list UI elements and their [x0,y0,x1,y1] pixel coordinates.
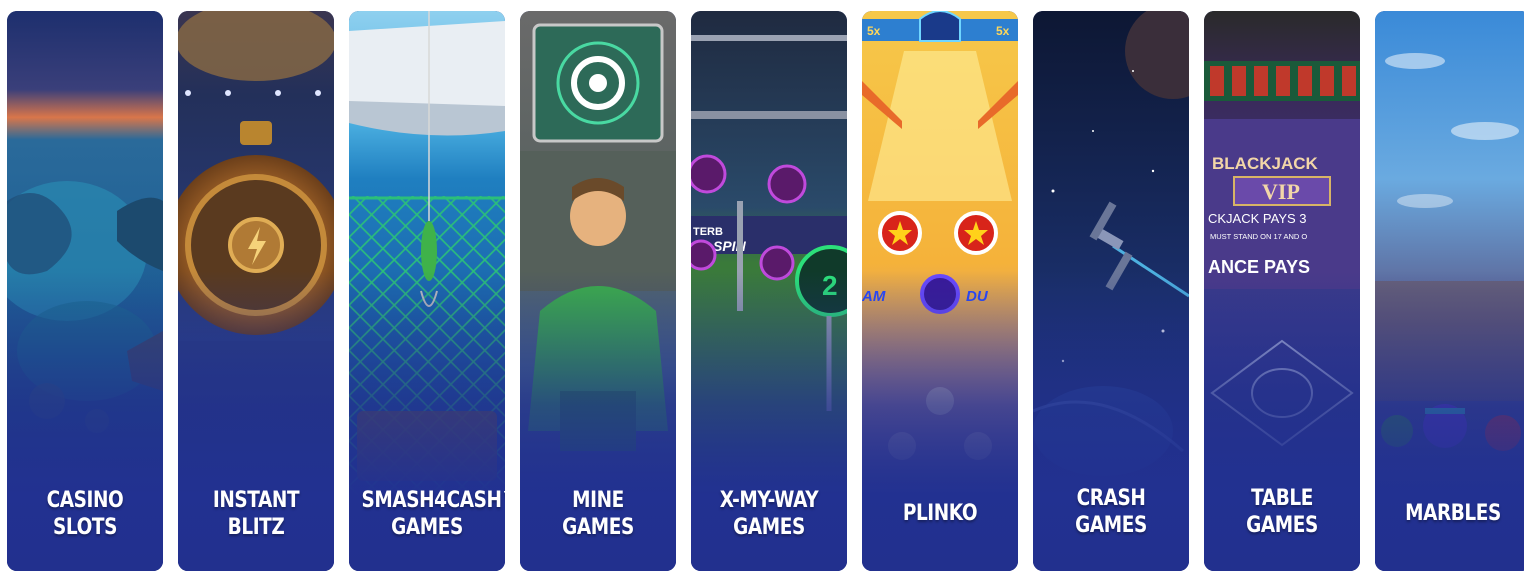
card-label-line: X-MY-WAY [719,488,819,513]
art-blackjack-vip: VIP [1262,179,1300,204]
card-label-line: SMASH4CASH™ [361,488,505,513]
card-casino-slots[interactable]: CASINO SLOTS [7,11,163,571]
card-label: SMASH4CASH™ GAMES [361,487,505,541]
art-multiplier-right: 5x [996,24,1010,38]
card-label-line: GAMES [562,515,634,540]
card-smash4cash-games[interactable]: SMASH4CASH™ GAMES [349,11,505,571]
card-marbles[interactable]: MARBLES [1375,11,1524,571]
card-label-line: MINE [572,488,624,513]
card-label-line: MARBLES [1405,501,1501,526]
card-crash-games[interactable]: CRASH GAMES [1033,11,1189,571]
card-label-line: GAMES [1075,513,1147,538]
art-blackjack-title: BLACKJACK [1212,154,1319,173]
card-label: MINE GAMES [532,487,663,541]
card-label-line: BLITZ [227,515,285,540]
card-label-line: GAMES [1246,513,1318,538]
card-label-line: CRASH [1076,486,1146,511]
card-label-line: CASINO [46,488,124,513]
card-label: PLINKO [874,500,1005,527]
game-category-row: CASINO SLOTS INSTANT BLITZ SMASH4CASH™ G… [0,0,1524,572]
card-table-games[interactable]: BLACKJACK VIP CKJACK PAYS 3 MUST STAND O… [1204,11,1360,571]
card-label: CRASH GAMES [1045,485,1176,539]
card-label: MARBLES [1387,500,1518,527]
card-x-my-way-games[interactable]: TERB SPIN 2 X-MY-WAY GAMES [691,11,847,571]
card-instant-blitz[interactable]: INSTANT BLITZ [178,11,334,571]
art-blackjack-rule: MUST STAND ON 17 AND O [1210,232,1307,241]
card-label-line: SLOTS [53,515,117,540]
card-label: TABLE GAMES [1216,485,1347,539]
card-label-line: GAMES [391,515,463,540]
card-label-line: PLINKO [902,501,978,526]
card-label: INSTANT BLITZ [190,487,321,541]
art-multiplier-left: 5x [867,24,881,38]
card-label-line: INSTANT [212,488,300,513]
art-blackjack-pays: CKJACK PAYS 3 [1208,211,1307,226]
card-label-line: GAMES [733,515,805,540]
card-label: CASINO SLOTS [19,487,150,541]
card-mine-games[interactable]: MINE GAMES [520,11,676,571]
card-plinko[interactable]: 5x 5x AM DU PLINKO [862,11,1018,571]
card-label: X-MY-WAY GAMES [703,487,834,541]
art-banner-text: TERB [693,226,723,238]
card-label-line: TABLE [1251,486,1313,511]
